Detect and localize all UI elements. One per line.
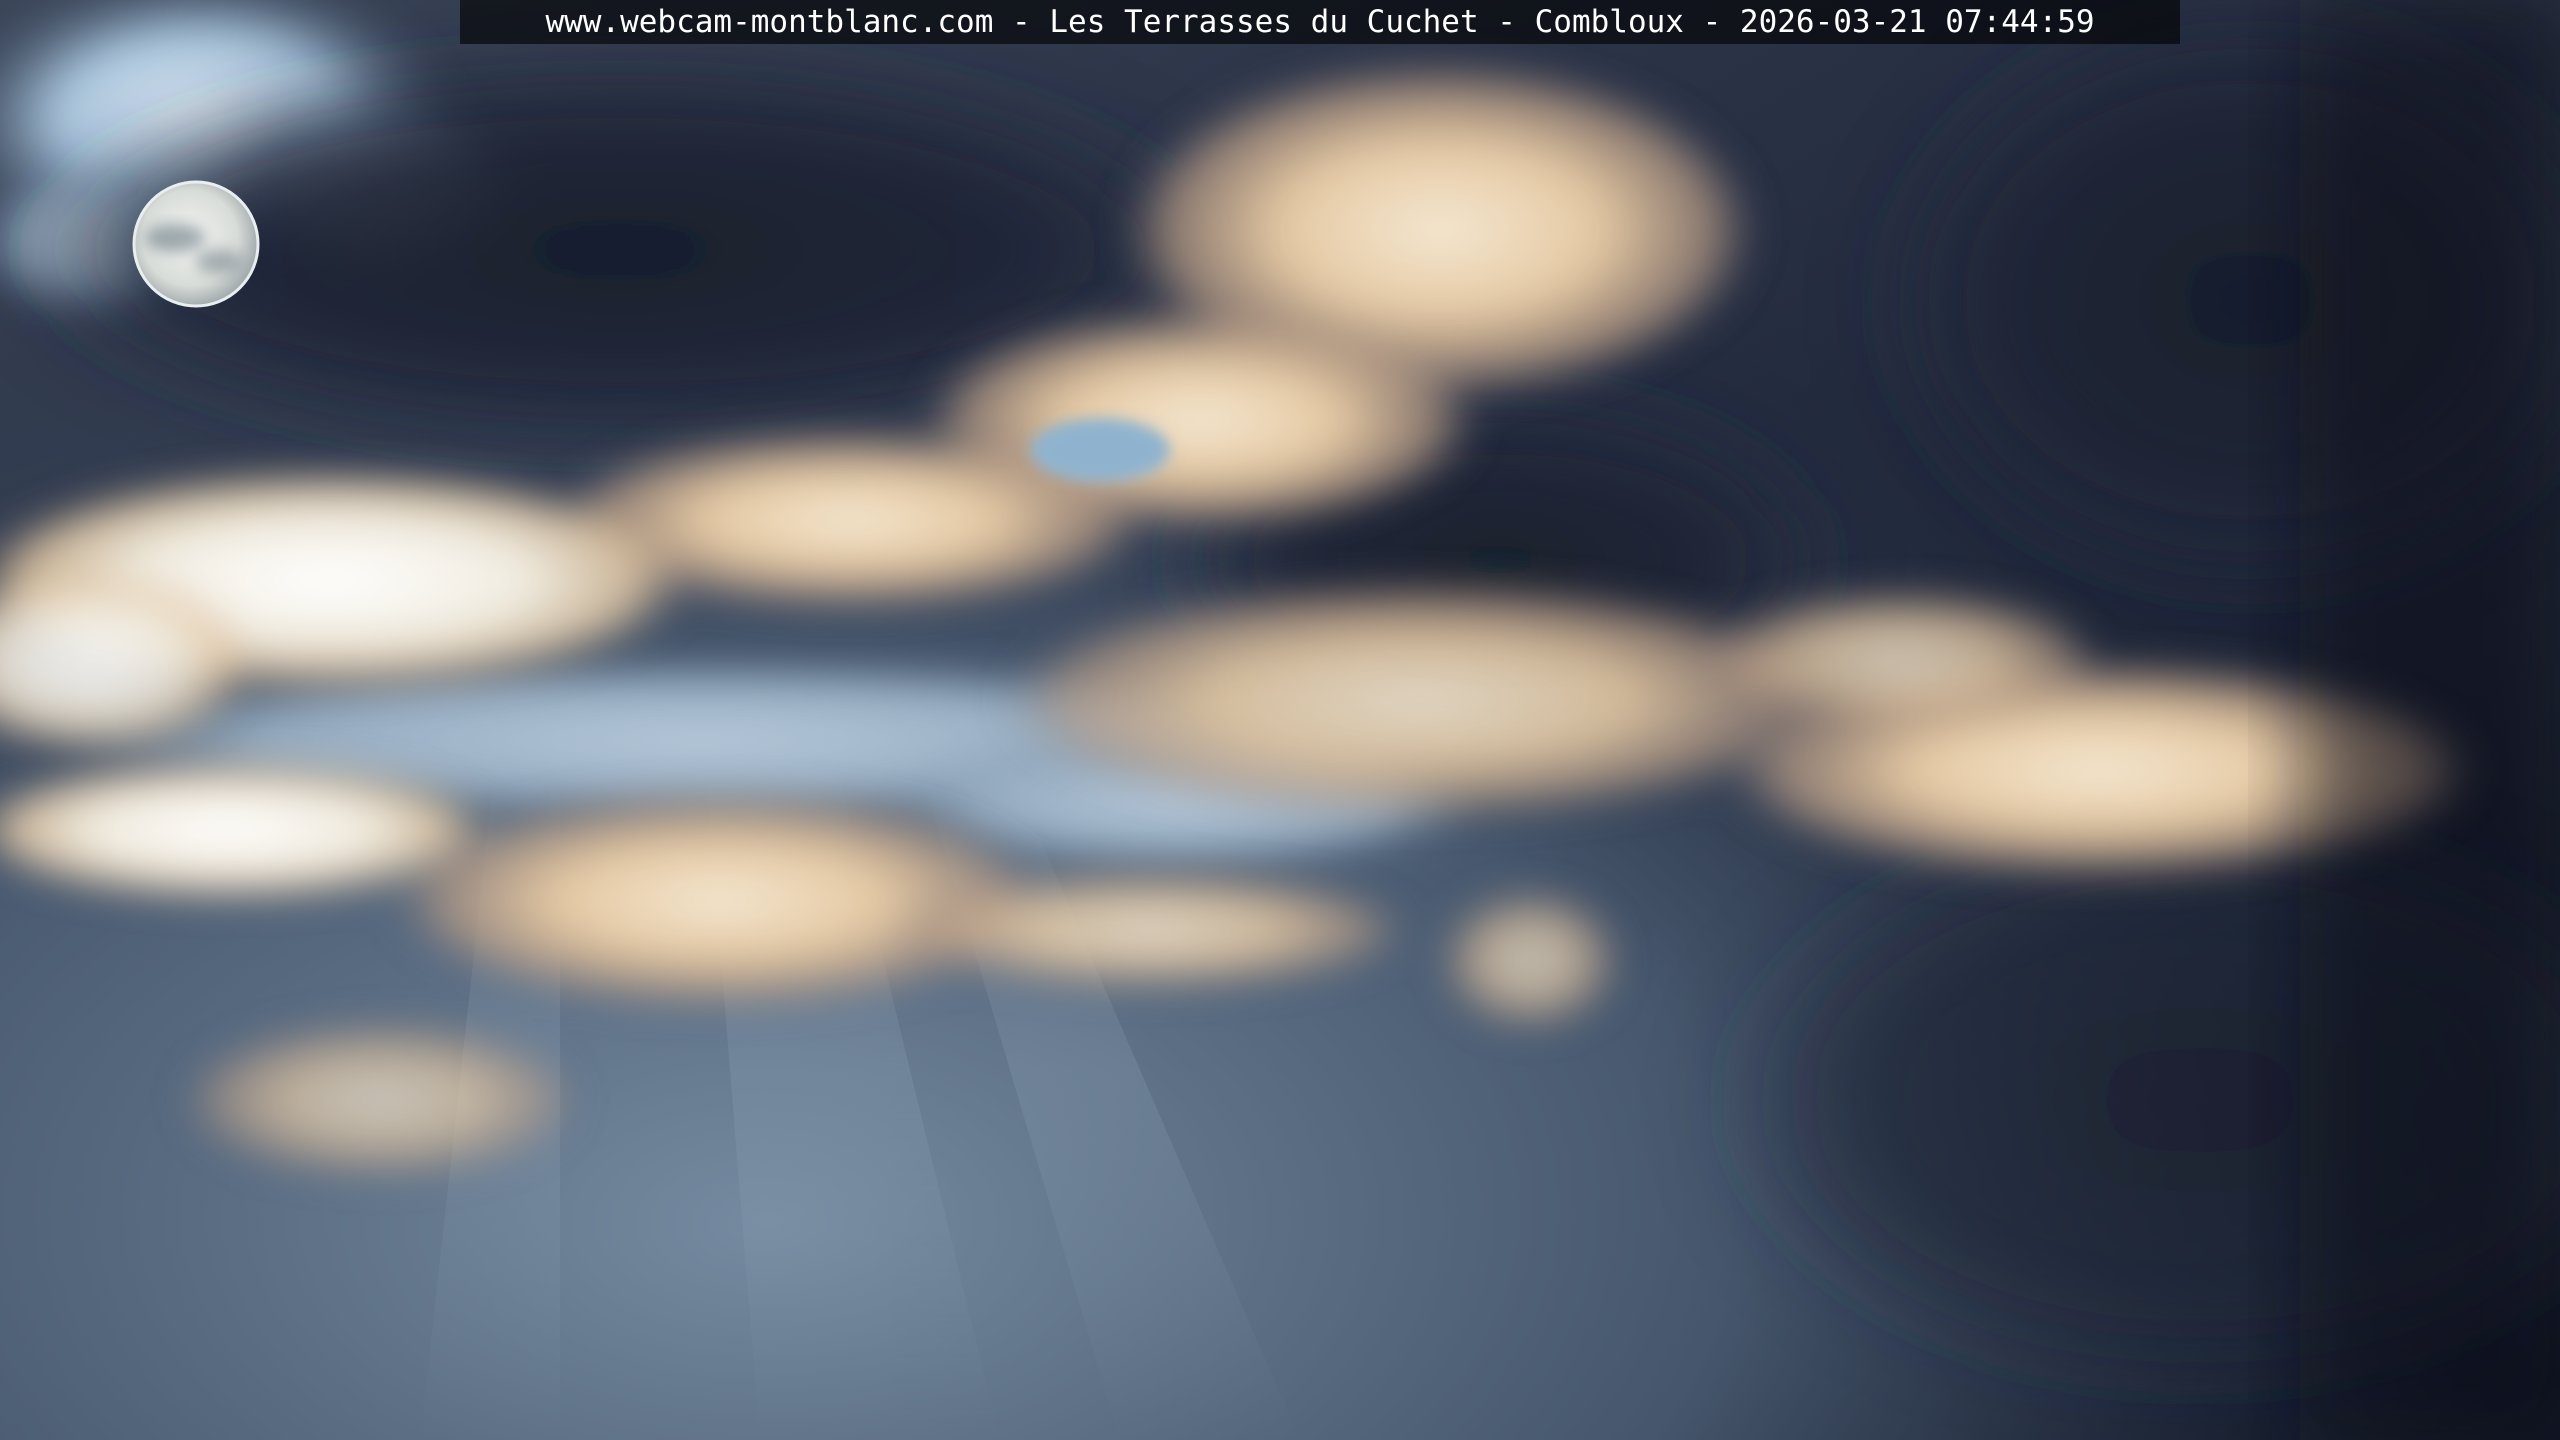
moon [132,180,260,308]
sky-photo [0,0,2560,1440]
webcam-caption: www.webcam-montblanc.com - Les Terrasses… [460,0,2180,44]
webcam-frame: www.webcam-montblanc.com - Les Terrasses… [0,0,2560,1440]
